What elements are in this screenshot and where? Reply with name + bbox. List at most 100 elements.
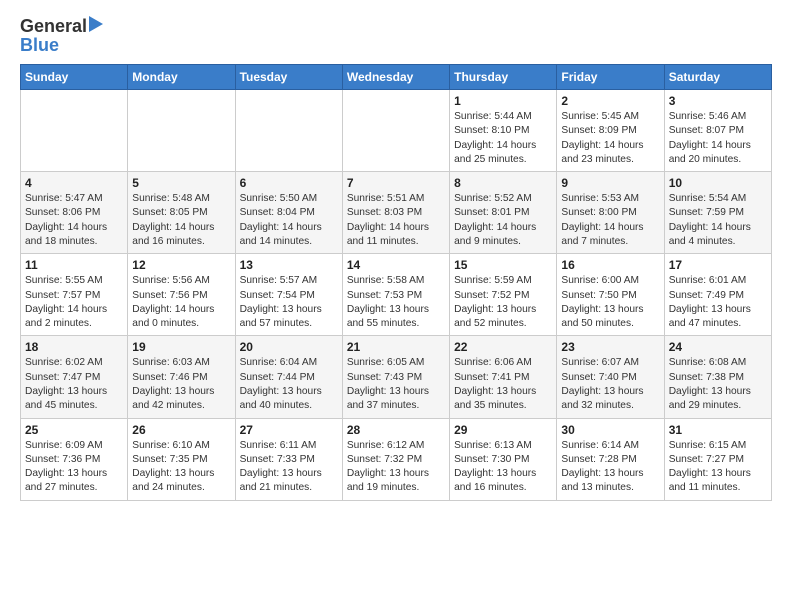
col-thursday: Thursday (450, 65, 557, 90)
day-number: 16 (561, 258, 659, 272)
table-row: 5 Sunrise: 5:48 AMSunset: 8:05 PMDaylight… (128, 172, 235, 254)
table-row (128, 90, 235, 172)
table-row: 27 Sunrise: 6:11 AMSunset: 7:33 PMDayligh… (235, 418, 342, 500)
day-number: 7 (347, 176, 445, 190)
day-number: 18 (25, 340, 123, 354)
day-number: 12 (132, 258, 230, 272)
day-number: 20 (240, 340, 338, 354)
day-info: Sunrise: 6:07 AMSunset: 7:40 PMDaylight:… (561, 356, 659, 413)
day-number: 3 (669, 94, 767, 108)
table-row: 23 Sunrise: 6:07 AMSunset: 7:40 PMDayligh… (557, 336, 664, 418)
day-info: Sunrise: 5:46 AMSunset: 8:07 PMDaylight:… (669, 110, 767, 167)
col-tuesday: Tuesday (235, 65, 342, 90)
day-info: Sunrise: 5:51 AMSunset: 8:03 PMDaylight:… (347, 192, 445, 249)
table-row: 21 Sunrise: 6:05 AMSunset: 7:43 PMDayligh… (342, 336, 449, 418)
table-row: 10 Sunrise: 5:54 AMSunset: 7:59 PMDayligh… (664, 172, 771, 254)
day-number: 19 (132, 340, 230, 354)
table-row: 2 Sunrise: 5:45 AMSunset: 8:09 PMDaylight… (557, 90, 664, 172)
day-number: 6 (240, 176, 338, 190)
calendar-week-row: 18 Sunrise: 6:02 AMSunset: 7:47 PMDayligh… (21, 336, 772, 418)
day-info: Sunrise: 6:02 AMSunset: 7:47 PMDaylight:… (25, 356, 123, 413)
table-row: 31Sunrise: 6:15 AMSunset: 7:27 PMDayligh… (664, 418, 771, 500)
day-info: Sunrise: 6:13 AMSunset: 7:30 PMDaylight:… (454, 439, 552, 496)
col-saturday: Saturday (664, 65, 771, 90)
day-info: Sunrise: 6:11 AMSunset: 7:33 PMDaylight:… (240, 439, 338, 496)
day-info: Sunrise: 6:00 AMSunset: 7:50 PMDaylight:… (561, 274, 659, 331)
day-number: 21 (347, 340, 445, 354)
day-number: 25 (25, 423, 123, 437)
day-number: 13 (240, 258, 338, 272)
table-row: 12Sunrise: 5:56 AMSunset: 7:56 PMDayligh… (128, 254, 235, 336)
day-number: 4 (25, 176, 123, 190)
day-info: Sunrise: 6:08 AMSunset: 7:38 PMDaylight:… (669, 356, 767, 413)
day-info: Sunrise: 6:10 AMSunset: 7:35 PMDaylight:… (132, 439, 230, 496)
day-info: Sunrise: 5:57 AMSunset: 7:54 PMDaylight:… (240, 274, 338, 331)
table-row: 15Sunrise: 5:59 AMSunset: 7:52 PMDayligh… (450, 254, 557, 336)
table-row: 4Sunrise: 5:47 AMSunset: 8:06 PMDaylight… (21, 172, 128, 254)
col-sunday: Sunday (21, 65, 128, 90)
table-row: 28Sunrise: 6:12 AMSunset: 7:32 PMDayligh… (342, 418, 449, 500)
day-info: Sunrise: 5:48 AMSunset: 8:05 PMDaylight:… (132, 192, 230, 249)
table-row: 24 Sunrise: 6:08 AMSunset: 7:38 PMDayligh… (664, 336, 771, 418)
day-number: 30 (561, 423, 659, 437)
table-row: 11 Sunrise: 5:55 AMSunset: 7:57 PMDayligh… (21, 254, 128, 336)
table-row: 29Sunrise: 6:13 AMSunset: 7:30 PMDayligh… (450, 418, 557, 500)
table-row: 16 Sunrise: 6:00 AMSunset: 7:50 PMDayligh… (557, 254, 664, 336)
table-row: 22 Sunrise: 6:06 AMSunset: 7:41 PMDayligh… (450, 336, 557, 418)
table-row: 26 Sunrise: 6:10 AMSunset: 7:35 PMDayligh… (128, 418, 235, 500)
day-number: 5 (132, 176, 230, 190)
table-row: 9 Sunrise: 5:53 AMSunset: 8:00 PMDaylight… (557, 172, 664, 254)
table-row: 8Sunrise: 5:52 AMSunset: 8:01 PMDaylight… (450, 172, 557, 254)
day-info: Sunrise: 5:53 AMSunset: 8:00 PMDaylight:… (561, 192, 659, 249)
table-row: 3 Sunrise: 5:46 AMSunset: 8:07 PMDaylight… (664, 90, 771, 172)
day-info: Sunrise: 6:04 AMSunset: 7:44 PMDaylight:… (240, 356, 338, 413)
day-number: 24 (669, 340, 767, 354)
day-number: 1 (454, 94, 552, 108)
day-number: 15 (454, 258, 552, 272)
day-info: Sunrise: 5:55 AMSunset: 7:57 PMDaylight:… (25, 274, 123, 331)
table-row: 1 Sunrise: 5:44 AMSunset: 8:10 PMDaylight… (450, 90, 557, 172)
day-info: Sunrise: 6:15 AMSunset: 7:27 PMDaylight:… (669, 439, 767, 496)
table-row: 20 Sunrise: 6:04 AMSunset: 7:44 PMDayligh… (235, 336, 342, 418)
table-row: 14 Sunrise: 5:58 AMSunset: 7:53 PMDayligh… (342, 254, 449, 336)
calendar-table: Sunday Monday Tuesday Wednesday Thursday… (20, 64, 772, 501)
logo-text-general: General (20, 16, 87, 37)
table-row: 17 Sunrise: 6:01 AMSunset: 7:49 PMDayligh… (664, 254, 771, 336)
table-row: 6 Sunrise: 5:50 AMSunset: 8:04 PMDaylight… (235, 172, 342, 254)
table-row: 18 Sunrise: 6:02 AMSunset: 7:47 PMDayligh… (21, 336, 128, 418)
table-row (342, 90, 449, 172)
table-row: 19 Sunrise: 6:03 AMSunset: 7:46 PMDayligh… (128, 336, 235, 418)
day-number: 9 (561, 176, 659, 190)
calendar-week-row: 25 Sunrise: 6:09 AMSunset: 7:36 PMDayligh… (21, 418, 772, 500)
day-info: Sunrise: 6:01 AMSunset: 7:49 PMDaylight:… (669, 274, 767, 331)
day-info: Sunrise: 5:50 AMSunset: 8:04 PMDaylight:… (240, 192, 338, 249)
day-number: 22 (454, 340, 552, 354)
calendar-week-row: 1 Sunrise: 5:44 AMSunset: 8:10 PMDaylight… (21, 90, 772, 172)
col-friday: Friday (557, 65, 664, 90)
day-number: 28 (347, 423, 445, 437)
day-info: Sunrise: 6:05 AMSunset: 7:43 PMDaylight:… (347, 356, 445, 413)
day-number: 10 (669, 176, 767, 190)
day-info: Sunrise: 5:58 AMSunset: 7:53 PMDaylight:… (347, 274, 445, 331)
table-row: 7 Sunrise: 5:51 AMSunset: 8:03 PMDaylight… (342, 172, 449, 254)
table-row: 13 Sunrise: 5:57 AMSunset: 7:54 PMDayligh… (235, 254, 342, 336)
day-number: 11 (25, 258, 123, 272)
day-number: 27 (240, 423, 338, 437)
day-info: Sunrise: 5:54 AMSunset: 7:59 PMDaylight:… (669, 192, 767, 249)
day-number: 14 (347, 258, 445, 272)
day-number: 8 (454, 176, 552, 190)
header-row: Sunday Monday Tuesday Wednesday Thursday… (21, 65, 772, 90)
day-info: Sunrise: 6:03 AMSunset: 7:46 PMDaylight:… (132, 356, 230, 413)
day-number: 2 (561, 94, 659, 108)
day-info: Sunrise: 6:09 AMSunset: 7:36 PMDaylight:… (25, 439, 123, 496)
col-monday: Monday (128, 65, 235, 90)
day-info: Sunrise: 6:06 AMSunset: 7:41 PMDaylight:… (454, 356, 552, 413)
day-number: 26 (132, 423, 230, 437)
logo-text-blue: Blue (20, 35, 59, 56)
day-info: Sunrise: 5:45 AMSunset: 8:09 PMDaylight:… (561, 110, 659, 167)
day-info: Sunrise: 5:44 AMSunset: 8:10 PMDaylight:… (454, 110, 552, 167)
day-number: 17 (669, 258, 767, 272)
logo-arrow (89, 16, 103, 37)
day-number: 23 (561, 340, 659, 354)
day-info: Sunrise: 6:14 AMSunset: 7:28 PMDaylight:… (561, 439, 659, 496)
